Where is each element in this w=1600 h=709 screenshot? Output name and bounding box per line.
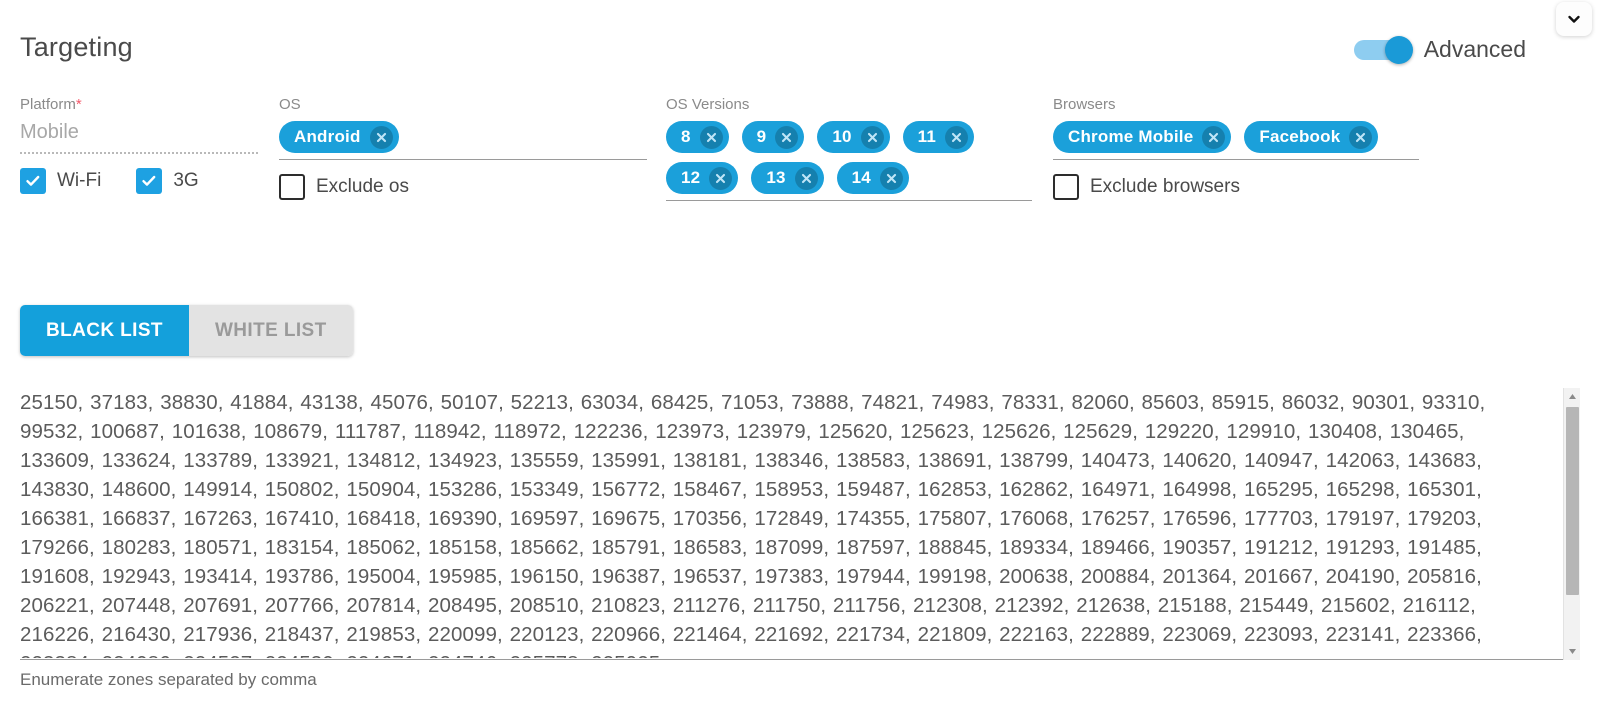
browsers-label: Browsers	[1053, 96, 1116, 113]
exclude-os-row: Exclude os	[279, 174, 647, 200]
checkbox-3g-box[interactable]	[136, 168, 163, 194]
chip-label: 12	[681, 168, 701, 187]
list-type-tabs: BLACK LIST WHITE LIST	[20, 305, 353, 356]
chip-browser-facebook[interactable]: Facebook	[1244, 121, 1379, 153]
tab-black-list[interactable]: BLACK LIST	[20, 305, 189, 356]
checkbox-3g-label: 3G	[173, 170, 199, 191]
chevron-down-icon	[1566, 11, 1582, 27]
os-versions-chip-list: 8 9 10 11 12 13 14	[666, 121, 1032, 196]
chip-label: 8	[681, 127, 691, 146]
checkbox-exclude-os[interactable]: Exclude os	[279, 174, 409, 200]
chip-osv-10[interactable]: 10	[817, 121, 890, 153]
os-versions-label: OS Versions	[666, 96, 750, 113]
chip-osv-8[interactable]: 8	[666, 121, 729, 153]
checkbox-exclude-browsers-label: Exclude browsers	[1090, 176, 1240, 197]
chip-label: 10	[832, 127, 852, 146]
chip-remove-icon[interactable]	[1349, 125, 1373, 149]
checkbox-wifi-label: Wi-Fi	[57, 170, 102, 191]
chip-label: Facebook	[1259, 127, 1341, 146]
advanced-toggle[interactable]	[1353, 35, 1413, 64]
chip-osv-13[interactable]: 13	[751, 162, 824, 194]
connection-checkbox-row: Wi-Fi 3G	[20, 168, 260, 194]
zones-textarea-wrapper: 25150, 37183, 38830, 41884, 43138, 45076…	[20, 388, 1580, 660]
platform-label: Platform*	[20, 96, 82, 113]
chip-browser-chrome-mobile[interactable]: Chrome Mobile	[1053, 121, 1232, 153]
chip-remove-icon[interactable]	[709, 166, 733, 190]
chip-remove-icon[interactable]	[699, 125, 723, 149]
chip-label: 14	[851, 168, 871, 187]
chip-os-android[interactable]: Android	[279, 121, 399, 153]
chip-label: 13	[766, 168, 786, 187]
check-icon	[142, 175, 156, 186]
chip-remove-icon[interactable]	[945, 125, 968, 149]
checkbox-exclude-os-box[interactable]	[279, 174, 305, 200]
page-title: Targeting	[20, 32, 133, 62]
collapse-panel-button[interactable]	[1556, 2, 1592, 36]
chip-remove-icon[interactable]	[775, 125, 799, 149]
zones-scrollbar[interactable]	[1563, 388, 1580, 660]
chip-remove-icon[interactable]	[879, 166, 903, 190]
toggle-knob	[1384, 35, 1413, 64]
chip-remove-icon[interactable]	[1202, 125, 1226, 149]
scrollbar-thumb[interactable]	[1566, 407, 1579, 595]
tab-white-list[interactable]: WHITE LIST	[188, 305, 353, 356]
chip-label: 11	[917, 127, 936, 146]
zones-textarea[interactable]: 25150, 37183, 38830, 41884, 43138, 45076…	[20, 388, 1520, 658]
browsers-chip-list: Chrome Mobile Facebook	[1053, 121, 1419, 155]
chip-remove-icon[interactable]	[860, 125, 884, 149]
platform-value[interactable]: Mobile	[20, 121, 260, 152]
checkbox-wifi[interactable]: Wi-Fi	[20, 168, 101, 194]
advanced-label: Advanced	[1423, 36, 1526, 62]
check-icon	[26, 175, 40, 186]
browsers-chip-input[interactable]: Chrome Mobile Facebook	[1053, 121, 1419, 160]
os-chip-list: Android	[279, 121, 647, 155]
advanced-toggle-group: Advanced	[1353, 35, 1526, 64]
checkbox-exclude-browsers[interactable]: Exclude browsers	[1053, 174, 1240, 200]
platform-underline	[20, 152, 258, 154]
chip-remove-icon[interactable]	[794, 166, 818, 190]
os-label: OS	[279, 96, 301, 113]
chip-osv-11[interactable]: 11	[902, 121, 974, 153]
zones-hint-text: Enumerate zones separated by comma	[20, 670, 317, 689]
chip-label: 9	[756, 127, 767, 146]
os-chip-input[interactable]: Android	[279, 121, 647, 160]
chip-osv-14[interactable]: 14	[836, 162, 909, 194]
checkbox-exclude-os-label: Exclude os	[316, 176, 409, 197]
chip-label: Android	[294, 127, 361, 146]
chip-remove-icon[interactable]	[369, 125, 393, 149]
browsers-field-group: Browsers Chrome Mobile Facebook Exclude …	[1053, 96, 1419, 200]
checkbox-wifi-box[interactable]	[20, 168, 46, 194]
checkbox-3g[interactable]: 3G	[136, 168, 199, 194]
os-versions-field-group: OS Versions 8 9 10 11 12 13 14	[666, 96, 1032, 201]
chip-osv-9[interactable]: 9	[741, 121, 805, 153]
required-asterisk: *	[75, 96, 82, 113]
os-field-group: OS Android Exclude os	[279, 96, 647, 200]
targeting-panel: Targeting Advanced Platform* Mobile Wi-F…	[0, 0, 1600, 709]
chip-label: Chrome Mobile	[1068, 127, 1194, 146]
exclude-browsers-row: Exclude browsers	[1053, 174, 1419, 200]
scroll-down-arrow-icon[interactable]	[1564, 643, 1581, 660]
checkbox-exclude-browsers-box[interactable]	[1053, 174, 1079, 200]
os-versions-chip-input[interactable]: 8 9 10 11 12 13 14	[666, 121, 1032, 201]
chip-osv-12[interactable]: 12	[666, 162, 739, 194]
scroll-up-arrow-icon[interactable]	[1564, 388, 1581, 405]
platform-field-group: Platform* Mobile Wi-Fi 3G	[20, 96, 260, 194]
